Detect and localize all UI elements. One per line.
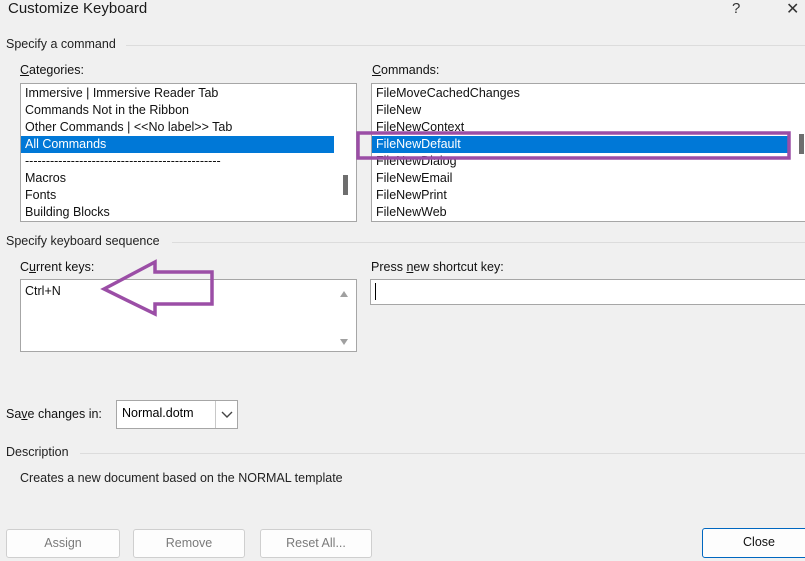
command-highlight-box [356, 131, 791, 160]
annotation-overlay [100, 131, 791, 317]
pointer-arrow [100, 259, 214, 317]
